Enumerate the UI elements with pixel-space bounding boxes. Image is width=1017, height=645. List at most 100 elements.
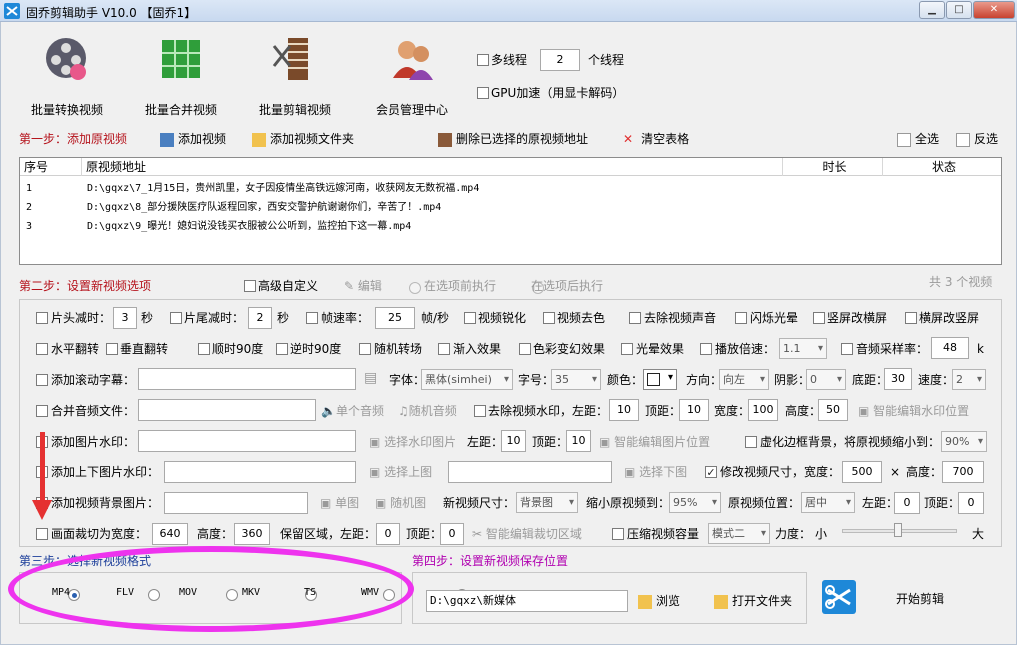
- up-img-input[interactable]: [164, 461, 356, 483]
- speed-checkbox[interactable]: [700, 343, 712, 355]
- bg-top-input[interactable]: 0: [958, 492, 984, 514]
- gpu-checkbox[interactable]: [477, 87, 489, 99]
- table-row[interactable]: 1 D:\gqxz\7_1月15日，贵州凯里，女子因疫情坐高铁远嫁河南，收获网友无…: [20, 179, 1001, 198]
- random-turn-checkbox[interactable]: [359, 343, 371, 355]
- remove-audio-checkbox[interactable]: [629, 312, 641, 324]
- keep-top-input[interactable]: 0: [440, 523, 464, 545]
- wm-height-input[interactable]: 50: [818, 399, 848, 421]
- head-cut-checkbox[interactable]: [36, 312, 48, 324]
- down-img-button[interactable]: ▣ 选择下图: [624, 464, 687, 480]
- iw-left-input[interactable]: 10: [501, 430, 526, 452]
- save-path-input[interactable]: D:\gqxz\新媒体: [426, 590, 628, 612]
- video-table[interactable]: 序号 原视频地址 时长 状态 1 D:\gqxz\7_1月15日，贵州凯里，女子因…: [19, 157, 1002, 265]
- smart-img-button[interactable]: ▣ 智能编辑图片位置: [599, 434, 710, 450]
- compress-checkbox[interactable]: [612, 528, 624, 540]
- scroll-sub-input[interactable]: [138, 368, 356, 390]
- multithread-checkbox[interactable]: [477, 54, 489, 66]
- crop-checkbox[interactable]: [36, 528, 48, 540]
- bg-left-input[interactable]: 0: [894, 492, 920, 514]
- batch-convert-button[interactable]: 批量转换视频: [17, 30, 117, 117]
- wm-top-input[interactable]: 10: [679, 399, 709, 421]
- fade-in-checkbox[interactable]: [438, 343, 450, 355]
- bg-img-input[interactable]: [164, 492, 308, 514]
- fps-input[interactable]: 25: [375, 307, 415, 329]
- shrink-select[interactable]: 95%: [669, 492, 721, 513]
- tail-cut-checkbox[interactable]: [170, 312, 182, 324]
- iw-top-input[interactable]: 10: [566, 430, 591, 452]
- subtitle-icon[interactable]: ▤: [364, 370, 377, 386]
- sample-rate-input[interactable]: 48: [931, 337, 969, 359]
- resize-checkbox[interactable]: [705, 466, 717, 478]
- speed-select[interactable]: 1.1: [779, 338, 827, 359]
- member-center-button[interactable]: 会员管理中心: [362, 30, 462, 117]
- open-folder-button[interactable]: 打开文件夹: [714, 593, 792, 609]
- edit-button[interactable]: ✎ 编辑: [344, 278, 382, 294]
- size-select[interactable]: 35: [551, 369, 601, 390]
- smart-wm-button[interactable]: ▣ 智能编辑水印位置: [858, 403, 969, 419]
- down-img-input[interactable]: [448, 461, 612, 483]
- scroll-sub-checkbox[interactable]: [36, 374, 48, 386]
- vflip-checkbox[interactable]: [106, 343, 118, 355]
- start-button[interactable]: 开始剪辑: [896, 591, 944, 607]
- bottom-input[interactable]: 30: [884, 368, 912, 390]
- single-audio-button[interactable]: 🔈单个音频: [321, 403, 384, 419]
- blur-select[interactable]: 90%: [941, 431, 987, 452]
- keep-left-input[interactable]: 0: [376, 523, 400, 545]
- wm-left-input[interactable]: 10: [609, 399, 639, 421]
- up-img-button[interactable]: ▣ 选择上图: [369, 464, 432, 480]
- color-change-checkbox[interactable]: [519, 343, 531, 355]
- minimize-button[interactable]: ▁: [919, 1, 945, 19]
- choose-wm-button[interactable]: ▣ 选择水印图片: [369, 434, 456, 450]
- v2h-checkbox[interactable]: [813, 312, 825, 324]
- color-picker[interactable]: ▾: [643, 369, 677, 390]
- before-radio[interactable]: [409, 281, 421, 294]
- maximize-button[interactable]: □: [946, 1, 972, 19]
- batch-edit-button[interactable]: 批量剪辑视频: [245, 30, 345, 117]
- shadow-select[interactable]: 0: [806, 369, 846, 390]
- select-all-button[interactable]: 全选: [897, 131, 939, 147]
- single-img-button[interactable]: ▣ 单图: [320, 495, 359, 511]
- random-audio-button[interactable]: ♫随机音频: [398, 403, 457, 419]
- h2v-checkbox[interactable]: [905, 312, 917, 324]
- force-slider-thumb[interactable]: [894, 523, 902, 537]
- add-video-button[interactable]: 添加视频: [160, 131, 226, 147]
- halo-checkbox[interactable]: [621, 343, 633, 355]
- font-select[interactable]: 黑体(simhei): [421, 369, 513, 390]
- mode-select[interactable]: 模式二: [708, 523, 770, 544]
- add-folder-button[interactable]: 添加视频文件夹: [252, 131, 354, 147]
- smart-crop-button[interactable]: ✂ 智能编辑裁切区域: [472, 526, 582, 542]
- sharpen-checkbox[interactable]: [464, 312, 476, 324]
- direction-select[interactable]: 向左: [719, 369, 769, 390]
- remove-wm-checkbox[interactable]: [474, 405, 486, 417]
- blur-bg-checkbox[interactable]: [745, 436, 757, 448]
- cw90-checkbox[interactable]: [198, 343, 210, 355]
- tail-cut-input[interactable]: 2: [248, 307, 272, 329]
- new-size-select[interactable]: 背景图: [516, 492, 578, 513]
- close-button[interactable]: ✕: [973, 1, 1015, 19]
- start-icon[interactable]: [822, 580, 856, 614]
- crop-height-input[interactable]: 360: [234, 523, 270, 545]
- resize-width-input[interactable]: 500: [842, 461, 882, 483]
- batch-merge-button[interactable]: 批量合并视频: [131, 30, 231, 117]
- resize-height-input[interactable]: 700: [942, 461, 984, 483]
- merge-audio-checkbox[interactable]: [36, 405, 48, 417]
- ccw90-checkbox[interactable]: [276, 343, 288, 355]
- spd-select[interactable]: 2: [952, 369, 986, 390]
- delete-selected-button[interactable]: 删除已选择的原视频地址: [438, 131, 588, 147]
- advanced-checkbox[interactable]: [244, 280, 256, 292]
- head-cut-input[interactable]: 3: [113, 307, 137, 329]
- sample-rate-checkbox[interactable]: [841, 343, 853, 355]
- decolor-checkbox[interactable]: [543, 312, 555, 324]
- hflip-checkbox[interactable]: [36, 343, 48, 355]
- clear-table-button[interactable]: ✕ 清空表格: [623, 131, 689, 147]
- merge-audio-input[interactable]: [138, 399, 316, 421]
- random-img-button[interactable]: ▣ 随机图: [375, 495, 426, 511]
- table-row[interactable]: 2 D:\gqxz\8_部分援陕医疗队返程回家，西安交警护航谢谢你们，辛苦了！.m…: [20, 198, 1001, 217]
- crop-width-input[interactable]: 640: [152, 523, 188, 545]
- wm-width-input[interactable]: 100: [748, 399, 778, 421]
- fps-checkbox[interactable]: [306, 312, 318, 324]
- table-row[interactable]: 3 D:\gqxz\9_曝光！媳妇说没钱买衣服被公公听到，监控拍下这一幕.mp4: [20, 217, 1001, 236]
- pos-select[interactable]: 居中: [801, 492, 855, 513]
- thread-count-input[interactable]: 2: [540, 49, 580, 71]
- invert-button[interactable]: 反选: [956, 131, 998, 147]
